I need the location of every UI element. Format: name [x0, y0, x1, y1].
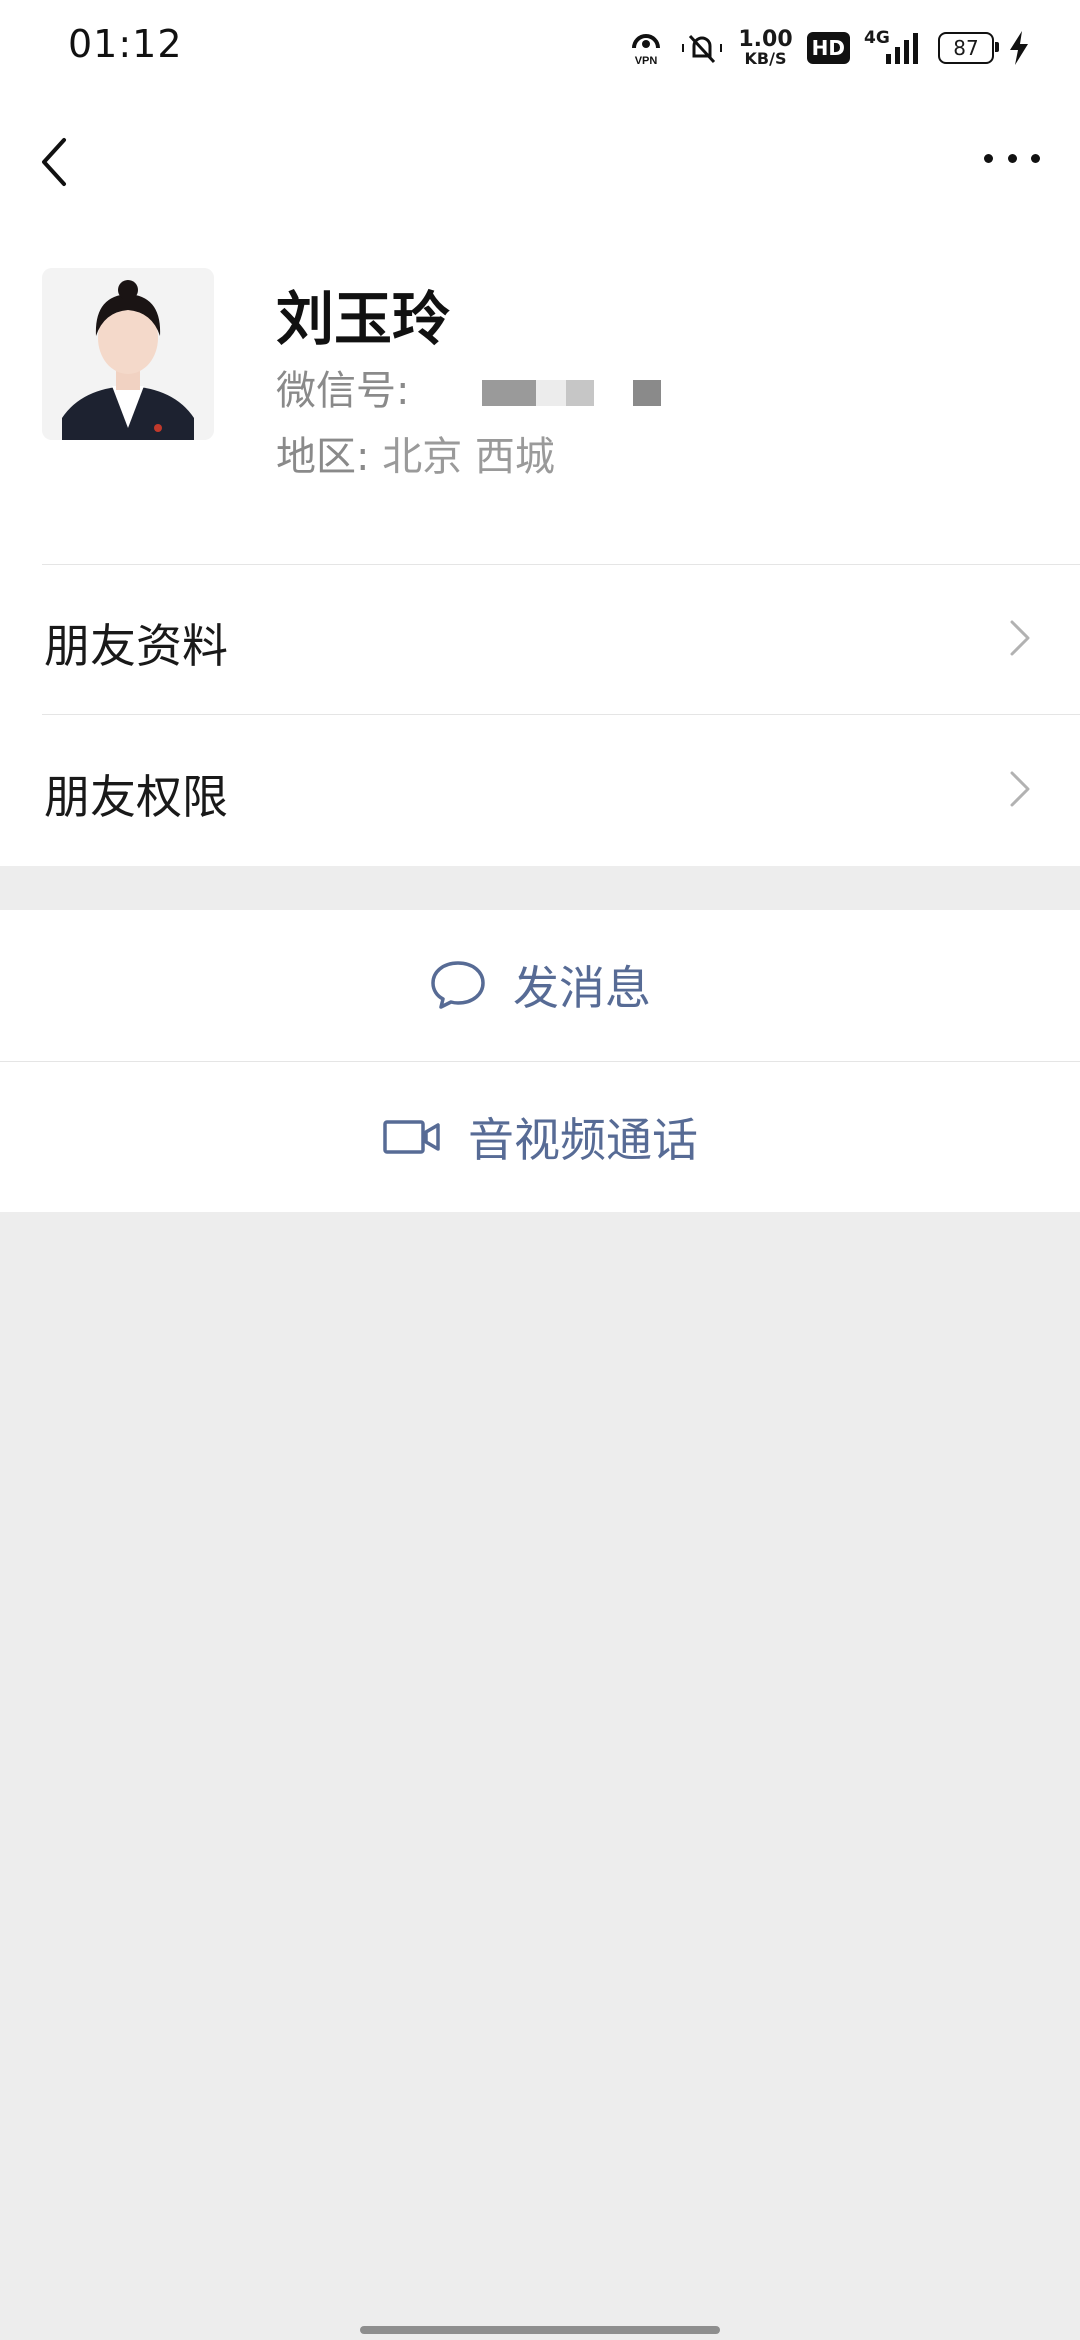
- chevron-left-icon[interactable]: [36, 134, 76, 190]
- region-label: 地区:: [276, 434, 370, 480]
- contact-name: 刘玉玲: [276, 285, 451, 353]
- wechat-id-redacted: [566, 380, 595, 406]
- charging-icon: [1010, 31, 1028, 65]
- chevron-right-icon: [1010, 620, 1030, 656]
- list-item-friend-profile[interactable]: 朋友资料: [0, 564, 1080, 714]
- chat-bubble-icon: [431, 961, 485, 1009]
- action-buttons: 发消息 音视频通话: [0, 910, 1080, 1212]
- wechat-id-label: 微信号:: [276, 368, 410, 414]
- list-item-label: 朋友权限: [44, 770, 228, 824]
- list-item-friend-permissions[interactable]: 朋友权限: [0, 715, 1080, 865]
- video-call-label: 音视频通话: [468, 1113, 698, 1167]
- video-call-button[interactable]: 音视频通话: [0, 1062, 1080, 1212]
- signal-icon: 4G: [864, 28, 924, 68]
- avatar[interactable]: [42, 268, 214, 440]
- status-time: 01:12: [68, 22, 183, 66]
- profile-card: 刘玉玲 微信号: 地区: 北京 西城: [0, 226, 1080, 564]
- battery-indicator: 87: [938, 32, 999, 64]
- wechat-id-redacted: [482, 380, 537, 406]
- wechat-id: 微信号:: [276, 358, 661, 416]
- region-value: 北京 西城: [382, 434, 555, 480]
- list-item-label: 朋友资料: [44, 619, 228, 673]
- send-message-button[interactable]: 发消息: [0, 910, 1080, 1060]
- more-dots-icon[interactable]: [984, 148, 1040, 168]
- settings-list: 朋友资料 朋友权限: [0, 564, 1080, 866]
- region: 地区: 北京 西城: [276, 424, 555, 482]
- video-camera-icon: [383, 1120, 440, 1154]
- wechat-id-redacted: [632, 380, 661, 406]
- status-bar: 01:12 VPN 1.00 KB/S HD 4G 87: [0, 0, 1080, 96]
- wechat-id-redacted: [536, 380, 567, 406]
- vpn-icon: VPN: [626, 28, 666, 68]
- chevron-right-icon: [1010, 771, 1030, 807]
- hd-badge: HD: [806, 32, 850, 64]
- send-message-label: 发消息: [513, 961, 651, 1015]
- home-indicator[interactable]: [360, 2326, 720, 2334]
- svg-text:VPN: VPN: [635, 55, 658, 67]
- nav-bar: [0, 96, 1080, 226]
- status-icons: VPN 1.00 KB/S HD 4G 87: [626, 26, 1030, 70]
- silent-bell-icon: [682, 34, 723, 64]
- net-speed: 1.00 KB/S: [738, 27, 793, 68]
